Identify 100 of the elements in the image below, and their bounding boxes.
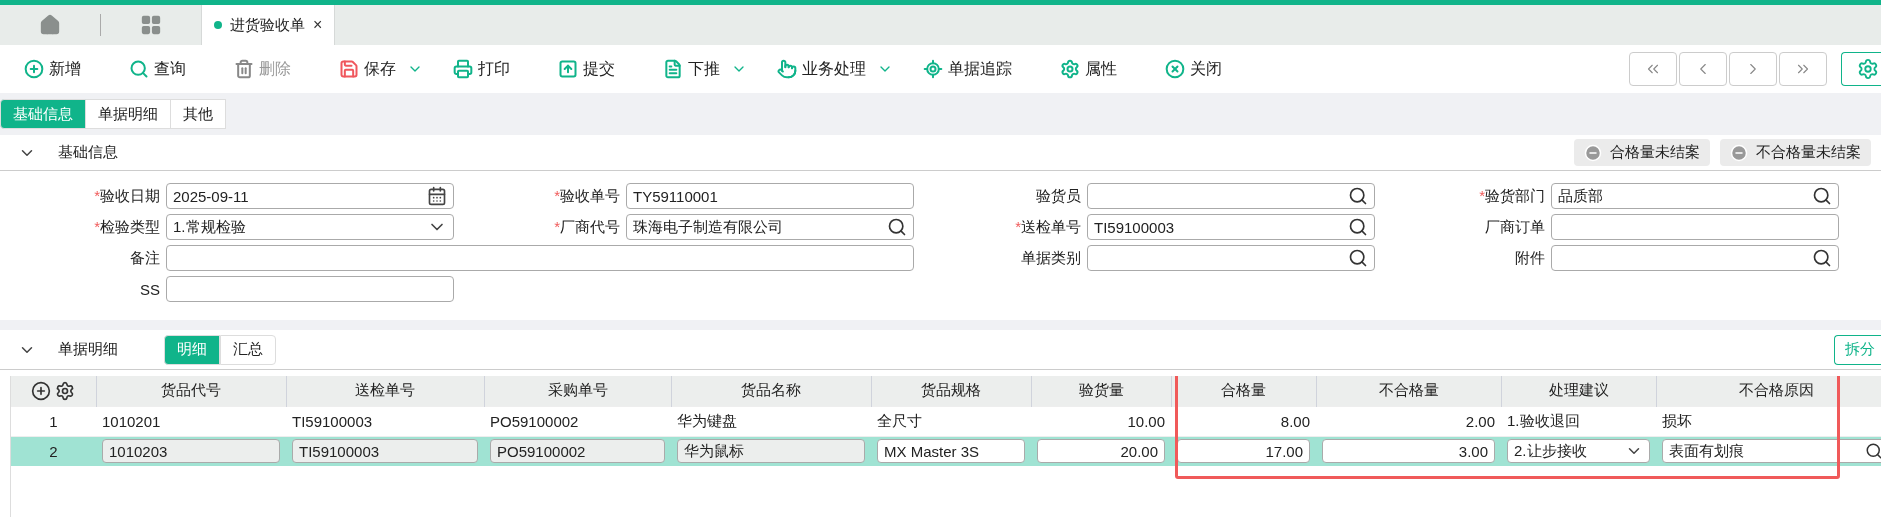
date-field[interactable]: 2025-09-11 <box>166 183 454 209</box>
column-header: 采购单号 <box>484 376 671 406</box>
toolbar-button[interactable]: 关闭 <box>1165 58 1222 80</box>
toolbar-button[interactable]: 单据追踪 <box>923 58 1012 80</box>
table-cell: 全尺寸 <box>871 406 1031 436</box>
trash-icon <box>234 59 254 79</box>
section-tab[interactable]: 单据明细 <box>86 99 171 129</box>
field-label: *验货部门 <box>1478 186 1545 206</box>
column-header: 验货量 <box>1031 376 1171 406</box>
toolbar-button[interactable]: 业务处理 <box>777 58 893 80</box>
search-icon[interactable] <box>1348 186 1368 206</box>
select-field[interactable]: 1.常规检验 <box>166 214 454 240</box>
table-cell: 1010201 <box>96 406 286 436</box>
close-icon[interactable]: × <box>313 16 323 34</box>
document-tab[interactable]: 进货验收单 × <box>201 5 336 45</box>
field-label: 验货员 <box>1035 186 1081 206</box>
column-header: 货品名称 <box>671 376 871 406</box>
input-field[interactable]: 17.00 <box>1177 439 1310 464</box>
settings-icon <box>1060 59 1080 79</box>
input-field[interactable]: TI59100003 <box>292 439 478 464</box>
search-icon[interactable] <box>887 217 907 237</box>
section-title: 单据明细 <box>58 340 118 359</box>
section-title: 基础信息 <box>58 143 118 162</box>
search-icon[interactable] <box>1348 248 1368 268</box>
field-label: *送检单号 <box>1014 217 1081 237</box>
input-field[interactable] <box>1551 214 1839 240</box>
input-field[interactable]: 品质部 <box>1551 183 1839 209</box>
column-header: 货品规格 <box>871 376 1031 406</box>
toolbar-button[interactable]: 下推 <box>663 58 747 80</box>
toolbar-button[interactable]: 提交 <box>558 58 615 80</box>
save-icon <box>339 59 359 79</box>
settings-icon <box>1857 58 1879 80</box>
input-field[interactable] <box>166 276 454 302</box>
input-field[interactable]: MX Master 3S <box>877 439 1025 464</box>
input-field[interactable]: TI59100003 <box>1087 214 1375 240</box>
add-icon <box>24 59 44 79</box>
field-label: *验收单号 <box>553 186 620 206</box>
status-badge: 合格量未结案 <box>1574 139 1710 166</box>
field-label: 单据类别 <box>1020 248 1081 268</box>
input-field[interactable]: 表面有划痕 <box>1662 439 1881 464</box>
toolbar-button[interactable]: 查询 <box>129 58 186 80</box>
status-badge: 不合格量未结案 <box>1720 139 1871 166</box>
printer-icon <box>453 59 473 79</box>
search-icon <box>129 59 149 79</box>
table-cell: 华为键盘 <box>671 406 871 436</box>
section-tab[interactable]: 其他 <box>171 99 226 129</box>
add-row-icon[interactable] <box>31 380 52 401</box>
search-icon[interactable] <box>1812 248 1832 268</box>
input-field[interactable] <box>1087 183 1375 209</box>
search-icon[interactable] <box>1348 217 1368 237</box>
column-header: 处理建议 <box>1501 376 1656 406</box>
input-field[interactable]: TY59110001 <box>626 183 914 209</box>
field-label: *检验类型 <box>93 217 160 237</box>
input-field[interactable] <box>1551 245 1839 271</box>
pager-button[interactable] <box>1629 52 1677 86</box>
table-cell: 2.00 <box>1316 406 1501 436</box>
grid-icon[interactable] <box>140 14 162 36</box>
settings-icon[interactable] <box>55 380 76 401</box>
status-dot <box>214 21 222 29</box>
search-icon[interactable] <box>1865 442 1881 461</box>
field-label: *厂商代号 <box>553 217 620 237</box>
field-label: 备注 <box>129 248 160 268</box>
input-field[interactable]: PO59100002 <box>490 439 665 464</box>
toolbar-button[interactable]: 打印 <box>453 58 510 80</box>
input-field[interactable]: 20.00 <box>1037 439 1165 464</box>
input-field[interactable]: 华为鼠标 <box>677 439 865 464</box>
select-field[interactable]: 2.让步接收 <box>1507 439 1650 464</box>
input-field[interactable] <box>166 245 914 271</box>
search-icon[interactable] <box>1812 186 1832 206</box>
target-icon <box>923 59 943 79</box>
table-cell: 1.验收退回 <box>1501 406 1656 436</box>
input-field[interactable]: 1010203 <box>102 439 280 464</box>
view-toggle[interactable]: 汇总 <box>220 334 276 365</box>
pager-button[interactable] <box>1679 52 1727 86</box>
row-number: 1 <box>11 406 96 436</box>
input-field[interactable]: 3.00 <box>1322 439 1495 464</box>
toolbar-button[interactable]: 新增 <box>24 58 81 80</box>
column-header: 不合格原因 <box>1656 376 1881 406</box>
row-number: 2 <box>11 436 96 466</box>
home-icon[interactable] <box>39 14 61 36</box>
table-cell: PO59100002 <box>484 406 671 436</box>
toolbar-button[interactable]: 属性 <box>1060 58 1117 80</box>
column-header: 合格量 <box>1171 376 1316 406</box>
pager-button[interactable] <box>1729 52 1777 86</box>
close-icon <box>1165 59 1185 79</box>
table-cell: TI59100003 <box>286 406 484 436</box>
pager-button[interactable] <box>1779 52 1827 86</box>
settings-button[interactable] <box>1841 52 1881 86</box>
column-header: 货品代号 <box>96 376 286 406</box>
field-label: SS <box>139 280 160 298</box>
calendar-icon[interactable] <box>427 186 447 206</box>
upload-icon <box>558 59 578 79</box>
input-field[interactable]: 珠海电子制造有限公司 <box>626 214 914 240</box>
document-icon <box>663 59 683 79</box>
hand-icon <box>777 59 797 79</box>
table-cell: 损坏 <box>1656 406 1881 436</box>
toolbar-button[interactable]: 保存 <box>339 58 423 80</box>
column-header: 送检单号 <box>286 376 484 406</box>
input-field[interactable] <box>1087 245 1375 271</box>
field-label: 厂商订单 <box>1484 217 1545 237</box>
